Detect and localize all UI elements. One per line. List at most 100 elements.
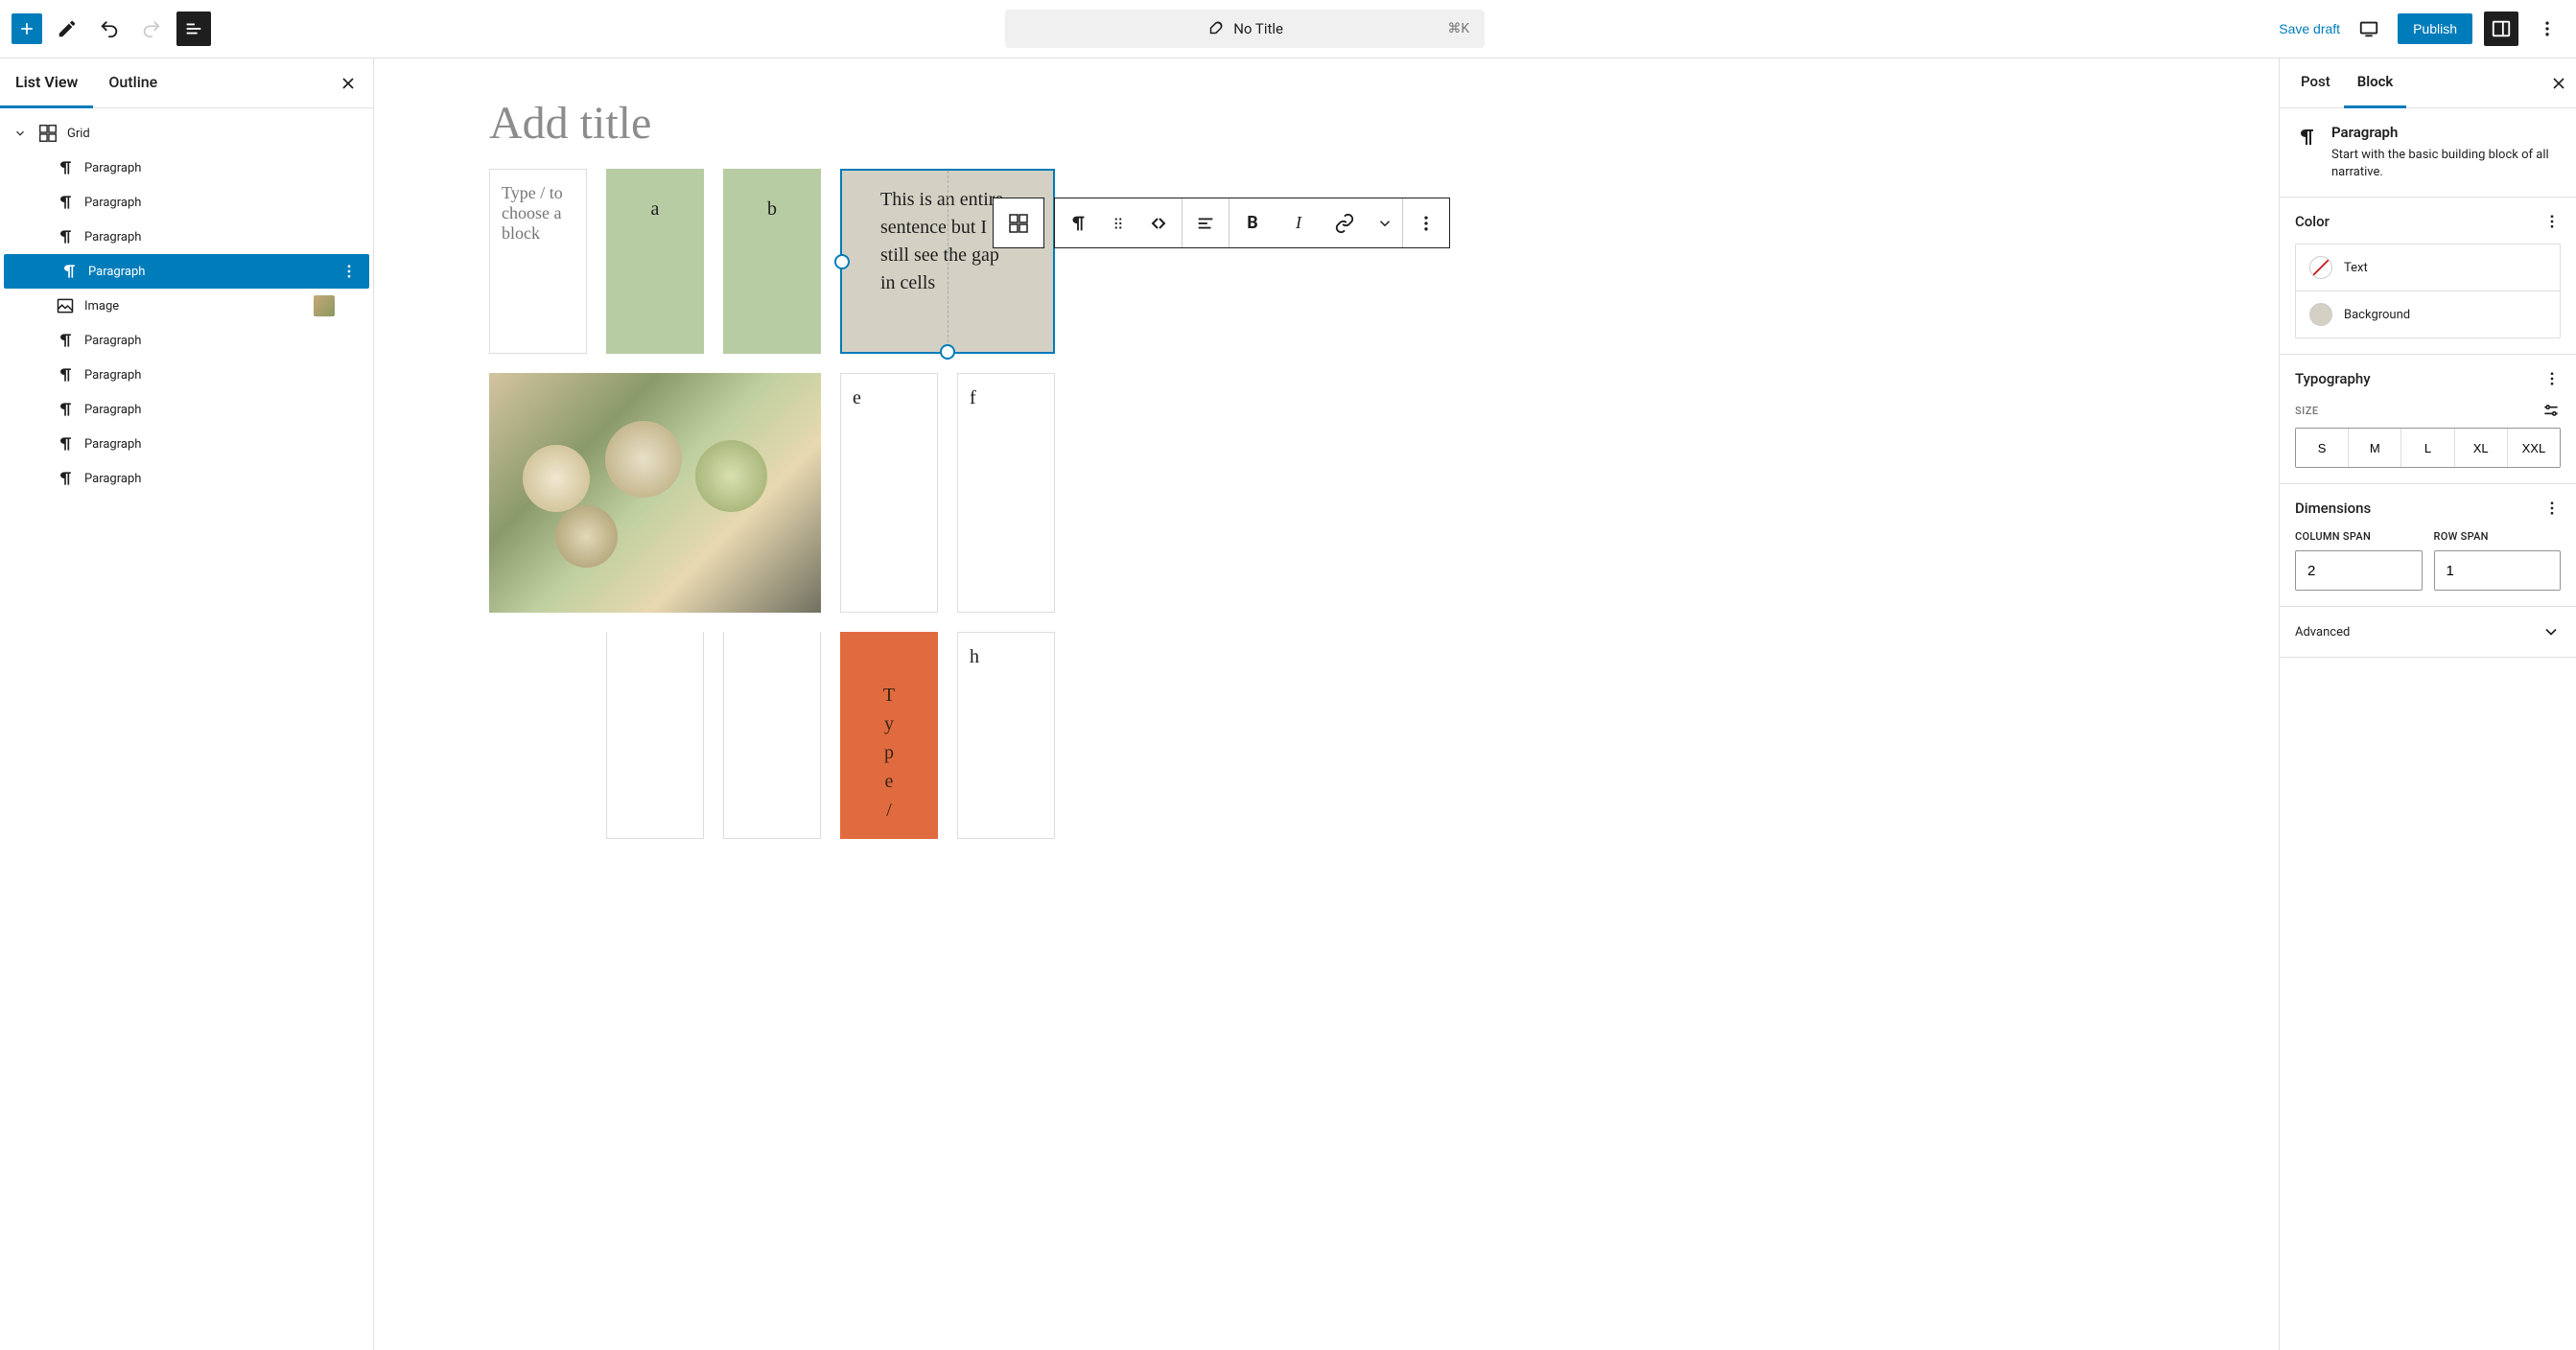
tree-item-grid[interactable]: Grid (0, 116, 373, 151)
tree-item-label: Paragraph (84, 368, 141, 383)
advanced-panel[interactable]: Advanced (2280, 607, 2576, 658)
tree-item-more-icon[interactable] (340, 263, 358, 280)
color-background-button[interactable]: Background (2296, 291, 2560, 338)
tab-block[interactable]: Block (2344, 58, 2407, 108)
command-bar[interactable]: No Title ⌘K (1005, 10, 1485, 48)
toolbar-left (12, 12, 211, 46)
paragraph-icon (54, 434, 77, 454)
color-label: Background (2344, 308, 2410, 322)
edit-icon[interactable] (50, 12, 84, 46)
paragraph-block-f[interactable]: f (957, 373, 1055, 613)
tree-item-image[interactable]: Image (0, 289, 373, 323)
block-options-button[interactable] (1403, 198, 1449, 248)
toolbar-center: No Title ⌘K (219, 10, 2271, 48)
options-menu-button[interactable] (2530, 12, 2564, 46)
tab-outline[interactable]: Outline (93, 58, 173, 108)
paragraph-icon (2295, 126, 2318, 149)
tree-item-paragraph[interactable]: Paragraph (0, 461, 373, 496)
block-type-button[interactable] (1055, 198, 1101, 248)
tree-item-label: Paragraph (84, 334, 141, 348)
italic-icon: I (1296, 213, 1301, 233)
more-rich-text-button[interactable] (1368, 198, 1402, 248)
panel-options-button[interactable] (2543, 370, 2561, 387)
paragraph-block-h[interactable]: h (957, 632, 1055, 839)
feather-icon (1206, 20, 1224, 37)
block-description: Start with the basic building block of a… (2331, 147, 2561, 181)
tree-item-paragraph-selected[interactable]: Paragraph (4, 254, 369, 289)
link-button[interactable] (1322, 198, 1368, 248)
post-title-input[interactable]: Add title (489, 97, 1055, 150)
size-custom-toggle[interactable] (2541, 401, 2561, 420)
paragraph-block-a[interactable]: a (606, 169, 704, 354)
bold-button[interactable]: B (1229, 198, 1276, 248)
command-shortcut: ⌘K (1447, 21, 1469, 36)
italic-button[interactable]: I (1276, 198, 1322, 248)
save-draft-button[interactable]: Save draft (2279, 21, 2340, 36)
top-toolbar: No Title ⌘K Save draft Publish (0, 0, 2576, 58)
size-label: SIZE (2295, 405, 2319, 417)
document-overview-panel: List View Outline Grid Paragraph Paragra… (0, 58, 374, 1350)
tree-item-label: Paragraph (84, 161, 141, 175)
move-buttons[interactable] (1136, 198, 1182, 248)
tree-item-label: Image (84, 299, 119, 314)
toolbar-right: Save draft Publish (2279, 12, 2564, 46)
grid-empty-cell (489, 632, 587, 839)
tree-item-paragraph[interactable]: Paragraph (0, 427, 373, 461)
paragraph-icon (1067, 213, 1089, 234)
tree-item-paragraph[interactable]: Paragraph (0, 151, 373, 185)
paragraph-icon (54, 227, 77, 246)
align-button[interactable] (1183, 198, 1229, 248)
block-appender[interactable]: Type / to choose a block (489, 169, 587, 354)
size-xl-button[interactable]: XL (2455, 429, 2508, 467)
redo-button[interactable] (134, 12, 169, 46)
editor-canvas[interactable]: B I Add title Type / to choose a block a… (374, 58, 2279, 1350)
block-tree: Grid Paragraph Paragraph Paragraph Parag… (0, 108, 373, 503)
chevron-down-icon (2541, 622, 2561, 641)
tab-list-view[interactable]: List View (0, 58, 93, 108)
paragraph-block-e[interactable]: e (840, 373, 938, 613)
add-block-button[interactable] (12, 13, 42, 44)
more-vertical-icon (1417, 214, 1436, 233)
grid-block[interactable]: Type / to choose a block a b This is an … (489, 169, 1055, 839)
tab-post[interactable]: Post (2287, 58, 2344, 108)
tree-item-paragraph[interactable]: Paragraph (0, 220, 373, 254)
document-overview-button[interactable] (176, 12, 211, 46)
swatch-background-icon (2309, 303, 2332, 326)
color-text-button[interactable]: Text (2296, 244, 2560, 291)
paragraph-icon (58, 262, 81, 281)
paragraph-block-b[interactable]: b (723, 169, 821, 354)
panel-options-button[interactable] (2543, 213, 2561, 230)
undo-button[interactable] (92, 12, 127, 46)
tree-item-paragraph[interactable]: Paragraph (0, 392, 373, 427)
settings-tabs: Post Block (2280, 58, 2576, 108)
tree-item-paragraph[interactable]: Paragraph (0, 358, 373, 392)
paragraph-block-selected[interactable]: This is an entire sentence but I still s… (840, 169, 1055, 354)
image-thumbnail (314, 295, 335, 316)
settings-panel-toggle[interactable] (2484, 12, 2518, 46)
tree-item-paragraph[interactable]: Paragraph (0, 185, 373, 220)
main-layout: List View Outline Grid Paragraph Paragra… (0, 58, 2576, 1350)
parent-block-selector[interactable] (993, 198, 1044, 248)
image-block[interactable] (489, 373, 821, 613)
paragraph-block-orange[interactable]: Type/ (840, 632, 938, 839)
tree-item-label: Paragraph (88, 265, 145, 279)
drag-handle[interactable] (1101, 198, 1136, 248)
tree-item-paragraph[interactable]: Paragraph (0, 323, 373, 358)
column-span-input[interactable] (2295, 550, 2423, 591)
size-xxl-button[interactable]: XXL (2508, 429, 2560, 467)
chevron-down-icon[interactable] (12, 127, 29, 140)
publish-button[interactable]: Publish (2398, 13, 2472, 44)
close-overview-button[interactable] (331, 66, 365, 101)
resize-handle-bottom[interactable] (940, 344, 955, 360)
size-m-button[interactable]: M (2349, 429, 2401, 467)
size-s-button[interactable]: S (2296, 429, 2349, 467)
resize-handle-left[interactable] (834, 254, 850, 269)
panel-options-button[interactable] (2543, 500, 2561, 517)
view-button[interactable] (2352, 12, 2386, 46)
size-l-button[interactable]: L (2401, 429, 2454, 467)
tree-item-label: Paragraph (84, 437, 141, 452)
link-icon (1334, 213, 1355, 234)
paragraph-text[interactable]: This is an entire sentence but I still s… (880, 189, 1003, 293)
close-settings-button[interactable] (2549, 74, 2568, 93)
row-span-input[interactable] (2434, 550, 2562, 591)
